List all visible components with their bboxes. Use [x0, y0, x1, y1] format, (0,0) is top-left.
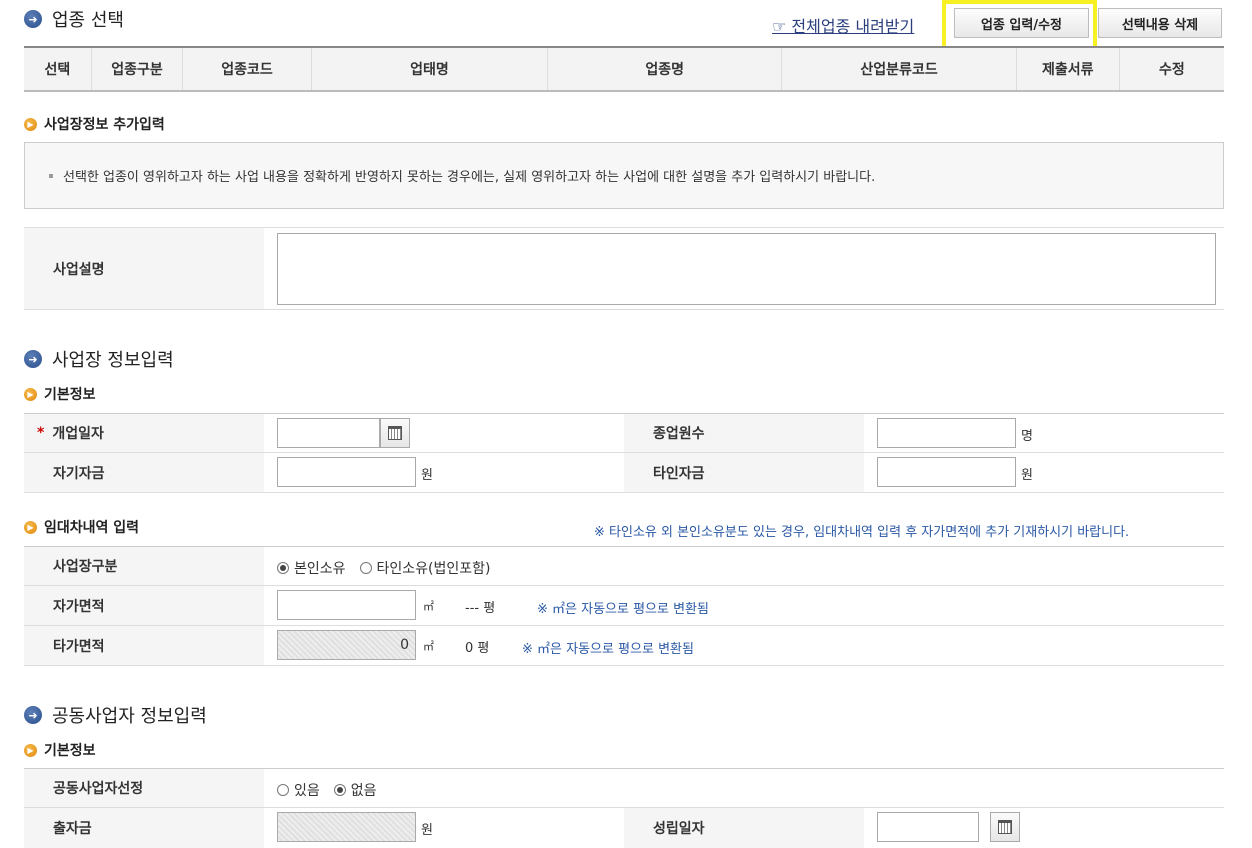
own-area-unit: ㎡ — [423, 600, 434, 613]
radio-other[interactable]: 타인소유(법인포함) — [359, 558, 491, 578]
business-description-label: 사업설명 — [24, 228, 264, 309]
lease-note: ※ 타인소유 외 본인소유분도 있는 경우, 임대차내역 입력 후 자가면적에 … — [594, 525, 1130, 540]
other-area-pyeong: 0 평 — [465, 641, 490, 656]
open-date-row: * 개업일자 종업원수 명 — [24, 413, 1224, 453]
col-type: 업종구분 — [91, 46, 184, 92]
other-fund-label: 타인자금 — [624, 453, 864, 492]
fund-row: 자기자금 원 타인자금 원 — [24, 453, 1224, 493]
subtitle-extra-info: ▶ 사업장정보 추가입력 — [24, 114, 165, 134]
own-area-pyeong: --- 평 — [465, 601, 496, 616]
col-edit: 수정 — [1119, 46, 1224, 92]
radio-checked-icon[interactable] — [333, 784, 346, 796]
subtitle-lease: ▶ 임대차내역 입력 — [24, 517, 139, 537]
employees-input[interactable] — [877, 418, 1016, 448]
col-industry-name: 업종명 — [547, 46, 783, 92]
joint-select-label: 공동사업자선정 — [24, 769, 264, 807]
other-area-unit: ㎡ — [423, 640, 434, 653]
site-type-label: 사업장구분 — [24, 547, 264, 585]
joint-radio-group: 있음 없음 — [277, 780, 391, 800]
site-type-row: 사업장구분 본인소유 타인소유(법인포함) — [24, 546, 1224, 586]
own-fund-label: 자기자금 — [24, 453, 264, 492]
other-area-note: ※ ㎡은 자동으로 평으로 변환됨 — [522, 642, 694, 657]
extra-info-note: 선택한 업종이 영위하고자 하는 사업 내용을 정확하게 반영하지 못하는 경우… — [24, 142, 1224, 209]
employees-label: 종업원수 — [624, 414, 864, 452]
joint-select-row: 공동사업자선정 있음 없음 — [24, 768, 1224, 808]
own-fund-input[interactable] — [277, 457, 416, 487]
employees-unit: 명 — [1021, 429, 1033, 444]
own-fund-unit: 원 — [421, 468, 433, 483]
section-title-site-info: ➜ 사업장 정보입력 — [24, 346, 174, 372]
industry-edit-button[interactable]: 업종 입력/수정 — [954, 8, 1089, 38]
calendar-icon[interactable] — [380, 418, 410, 448]
other-area-label: 타가면적 — [24, 626, 264, 665]
col-industry-class: 산업분류코드 — [781, 46, 1017, 92]
contribution-unit: 원 — [421, 823, 433, 838]
radio-own[interactable]: 본인소유 — [277, 558, 346, 578]
site-type-radio-group: 본인소유 타인소유(법인포함) — [277, 558, 505, 578]
other-area-input: 0 — [277, 630, 416, 660]
calendar-icon[interactable] — [990, 812, 1020, 842]
radio-unchecked-icon[interactable] — [277, 784, 289, 796]
radio-yes[interactable]: 있음 — [277, 780, 320, 800]
contribution-label: 출자금 — [24, 808, 264, 848]
own-area-note: ※ ㎡은 자동으로 평으로 변환됨 — [537, 602, 709, 617]
other-fund-unit: 원 — [1021, 468, 1033, 483]
contribution-row: 출자금 원 성립일자 — [24, 808, 1224, 848]
col-business-type: 업태명 — [311, 46, 549, 92]
arrow-right-icon: ▶ — [24, 520, 37, 534]
arrow-right-icon: ▶ — [24, 117, 37, 131]
contribution-input — [277, 812, 416, 842]
other-area-row: 타가면적 0 ㎡ 0 평 ※ ㎡은 자동으로 평으로 변환됨 — [24, 626, 1224, 666]
col-code: 업종코드 — [182, 46, 312, 92]
arrow-right-icon: ➜ — [24, 350, 42, 368]
download-all-industries-link[interactable]: ☞ 전체업종 내려받기 — [772, 13, 914, 37]
bullet-icon — [49, 173, 53, 178]
est-date-label: 성립일자 — [624, 808, 864, 848]
radio-unchecked-icon[interactable] — [359, 562, 372, 574]
own-area-input[interactable] — [277, 590, 416, 620]
business-description-input[interactable] — [277, 233, 1216, 305]
other-fund-input[interactable] — [877, 457, 1016, 487]
radio-checked-icon[interactable] — [277, 562, 289, 574]
delete-selection-button[interactable]: 선택내용 삭제 — [1098, 8, 1222, 38]
own-area-label: 자가면적 — [24, 586, 264, 625]
subtitle-joint-basic: ▶ 기본정보 — [24, 740, 96, 760]
arrow-right-icon: ▶ — [24, 743, 37, 757]
col-select: 선택 — [24, 46, 92, 92]
col-documents: 제출서류 — [1016, 46, 1120, 92]
arrow-right-icon: ▶ — [24, 387, 37, 401]
radio-no[interactable]: 없음 — [333, 780, 377, 800]
open-date-input[interactable] — [277, 418, 380, 448]
section-title-industry: ➜ 업종 선택 — [24, 6, 124, 32]
section-title-joint-business: ➜ 공동사업자 정보입력 — [24, 702, 207, 728]
open-date-label: * 개업일자 — [24, 414, 264, 452]
est-date-input[interactable] — [877, 812, 979, 842]
arrow-right-icon: ➜ — [24, 706, 42, 724]
subtitle-basic-info: ▶ 기본정보 — [24, 384, 96, 404]
industry-table-header: 선택 업종구분 업종코드 업태명 업종명 산업분류코드 제출서류 수정 — [24, 46, 1224, 92]
business-description-row: 사업설명 — [24, 227, 1224, 310]
own-area-row: 자가면적 ㎡ --- 평 ※ ㎡은 자동으로 평으로 변환됨 — [24, 586, 1224, 626]
required-icon: * — [37, 425, 45, 441]
arrow-right-icon: ➜ — [24, 10, 42, 28]
